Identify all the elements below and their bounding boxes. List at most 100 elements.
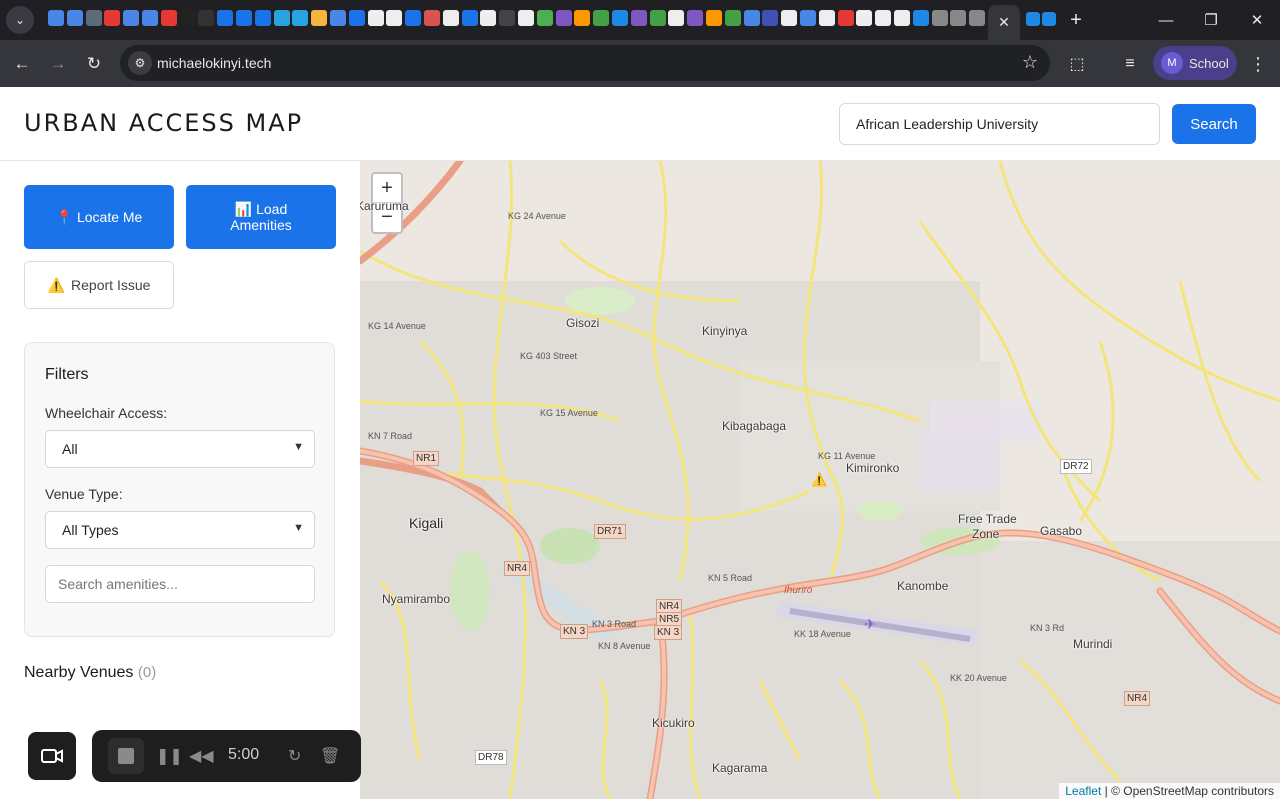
- tab-favicon-icon[interactable]: [480, 10, 497, 26]
- tab-favicon-icon[interactable]: [931, 10, 948, 26]
- tab-favicon-icon[interactable]: [706, 10, 722, 26]
- browser-menu-icon[interactable]: ⋮: [1248, 51, 1268, 77]
- venue-type-label: Venue Type:: [45, 486, 123, 502]
- tab-favicon-icon[interactable]: [536, 10, 553, 26]
- pinned-tab-icons[interactable]: [1026, 11, 1056, 29]
- reload-icon[interactable]: ↻: [80, 50, 108, 78]
- map-label-kinyinya: Kinyinya: [702, 324, 748, 338]
- back-arrow-icon[interactable]: ←: [8, 50, 36, 78]
- location-search-input[interactable]: [839, 103, 1160, 145]
- close-window-icon[interactable]: ✕: [1243, 8, 1271, 32]
- tab-favicon-icon[interactable]: [424, 10, 440, 26]
- new-tab-button[interactable]: +: [1064, 8, 1088, 32]
- tab-favicon-icon[interactable]: [912, 10, 929, 26]
- road-label: KN 8 Avenue: [598, 641, 651, 651]
- tab-favicon-icon[interactable]: [762, 10, 779, 26]
- tab-favicon-icon[interactable]: [856, 10, 873, 26]
- app-header: URBAN ACCESS MAP Search: [0, 87, 1280, 161]
- load-amenities-button[interactable]: 📊 Load Amenities: [186, 185, 336, 249]
- wheelchair-access-value: All: [62, 441, 78, 457]
- map-label-kibagabaga: Kibagabaga: [722, 419, 787, 433]
- tab-favicon-icon[interactable]: [743, 10, 760, 26]
- map-label-gasabo: Gasabo: [1040, 524, 1083, 538]
- tab-favicon-icon[interactable]: [574, 10, 591, 26]
- map-label-kagarama: Kagarama: [712, 761, 768, 775]
- map-attribution: Leaflet | © OpenStreetMap contributors: [1059, 783, 1280, 799]
- tab-favicon-icon[interactable]: [499, 10, 516, 26]
- tab-favicon-icon[interactable]: [292, 10, 309, 26]
- stop-recording-button[interactable]: [108, 738, 144, 774]
- restart-icon[interactable]: ↻: [288, 746, 301, 766]
- warning-marker-icon[interactable]: ⚠️: [811, 472, 827, 488]
- minimize-icon[interactable]: —: [1152, 8, 1180, 32]
- tab-favicon-icon[interactable]: [555, 10, 572, 26]
- leaflet-link[interactable]: Leaflet: [1065, 784, 1101, 798]
- rewind-icon[interactable]: ◀◀: [189, 746, 214, 766]
- road-label: KG 14 Avenue: [368, 321, 426, 331]
- tab-favicon-icon[interactable]: [179, 10, 196, 26]
- forward-arrow-icon[interactable]: →: [44, 50, 72, 78]
- tab-favicon-icon[interactable]: [649, 10, 666, 26]
- tab-favicon-icon[interactable]: [837, 10, 854, 26]
- wheelchair-access-select[interactable]: All ▼: [45, 430, 315, 468]
- tab-favicon-icon[interactable]: [800, 10, 816, 26]
- search-button[interactable]: Search: [1172, 104, 1256, 144]
- tab-favicon-icon[interactable]: [311, 10, 328, 26]
- camera-icon[interactable]: [28, 732, 76, 780]
- tab-favicon-icon[interactable]: [254, 10, 271, 26]
- address-bar[interactable]: ⚙ michaelokinyi.tech ☆: [120, 45, 1050, 81]
- tab-favicon-icon[interactable]: [518, 10, 534, 26]
- tab-favicon-icon[interactable]: [85, 10, 102, 26]
- trash-icon[interactable]: 🗑: [320, 746, 340, 766]
- tab-favicon-icon[interactable]: [630, 10, 647, 26]
- tab-favicon-icon[interactable]: [687, 10, 704, 26]
- tab-favicon-icon[interactable]: [593, 10, 610, 26]
- tab-favicon-icon[interactable]: [142, 10, 158, 26]
- media-controls-icon[interactable]: ≡: [1117, 51, 1143, 77]
- tab-favicon-icon[interactable]: [123, 10, 140, 26]
- tab-favicon-icon[interactable]: [236, 10, 252, 26]
- route-shield: NR4: [1124, 691, 1151, 706]
- tab-favicon-icon[interactable]: [442, 10, 459, 26]
- tab-favicon-icon[interactable]: [66, 10, 83, 26]
- venue-type-select[interactable]: All Types ▼: [45, 511, 315, 549]
- tab-favicon-icon[interactable]: [612, 10, 628, 26]
- tab-favicon-icon[interactable]: [818, 10, 835, 26]
- restore-icon[interactable]: ❐: [1197, 8, 1225, 32]
- tab-favicon-icon[interactable]: [348, 10, 365, 26]
- tab-favicon-icon[interactable]: [386, 10, 403, 26]
- site-info-icon[interactable]: ⚙: [128, 51, 152, 75]
- tab-favicon-icon[interactable]: [217, 10, 234, 26]
- map-label-free-trade-1: Free Trade: [958, 512, 1017, 526]
- map-label-ihuriro: Ihuriro: [784, 585, 813, 596]
- tab-favicon-icon[interactable]: [48, 10, 64, 26]
- tab-favicon-icon[interactable]: [781, 10, 798, 26]
- tab-favicon-icon[interactable]: [668, 10, 685, 26]
- tab-favicon-icon[interactable]: [104, 10, 121, 26]
- tab-favicon-icon[interactable]: [724, 10, 741, 26]
- url-text[interactable]: michaelokinyi.tech: [157, 55, 271, 71]
- filters-title: Filters: [45, 366, 89, 383]
- bookmark-star-icon[interactable]: ☆: [1022, 52, 1038, 73]
- tab-favicon-icon[interactable]: [969, 10, 986, 26]
- tab-favicon-icon[interactable]: [330, 10, 346, 26]
- tab-favicon-icon[interactable]: [367, 10, 384, 26]
- pause-icon[interactable]: ❚❚: [156, 746, 183, 766]
- tab-favicon-icon[interactable]: [950, 10, 967, 26]
- search-amenities-input[interactable]: [45, 565, 315, 603]
- tab-favicon-icon[interactable]: [198, 10, 215, 26]
- tab-favicon-icon[interactable]: [160, 10, 177, 26]
- extensions-icon[interactable]: ⬚: [1064, 51, 1090, 77]
- tab-favicon-icon[interactable]: [273, 10, 290, 26]
- tab-search-icon[interactable]: ⌄: [6, 6, 34, 34]
- report-issue-button[interactable]: ⚠️ Report Issue: [24, 261, 174, 309]
- profile-button[interactable]: M School: [1153, 46, 1237, 80]
- tab-favicon-icon[interactable]: [894, 10, 910, 26]
- road-label: KK 20 Avenue: [950, 673, 1007, 683]
- map[interactable]: + − Karuruma Gisozi Kinyinya Kibagabaga …: [360, 161, 1280, 799]
- tab-favicon-icon[interactable]: [875, 10, 892, 26]
- tab-favicon-icon[interactable]: [461, 10, 478, 26]
- active-tab-close-icon[interactable]: ✕: [988, 5, 1020, 40]
- tab-favicon-icon[interactable]: [405, 10, 422, 26]
- locate-me-button[interactable]: 📍 Locate Me: [24, 185, 174, 249]
